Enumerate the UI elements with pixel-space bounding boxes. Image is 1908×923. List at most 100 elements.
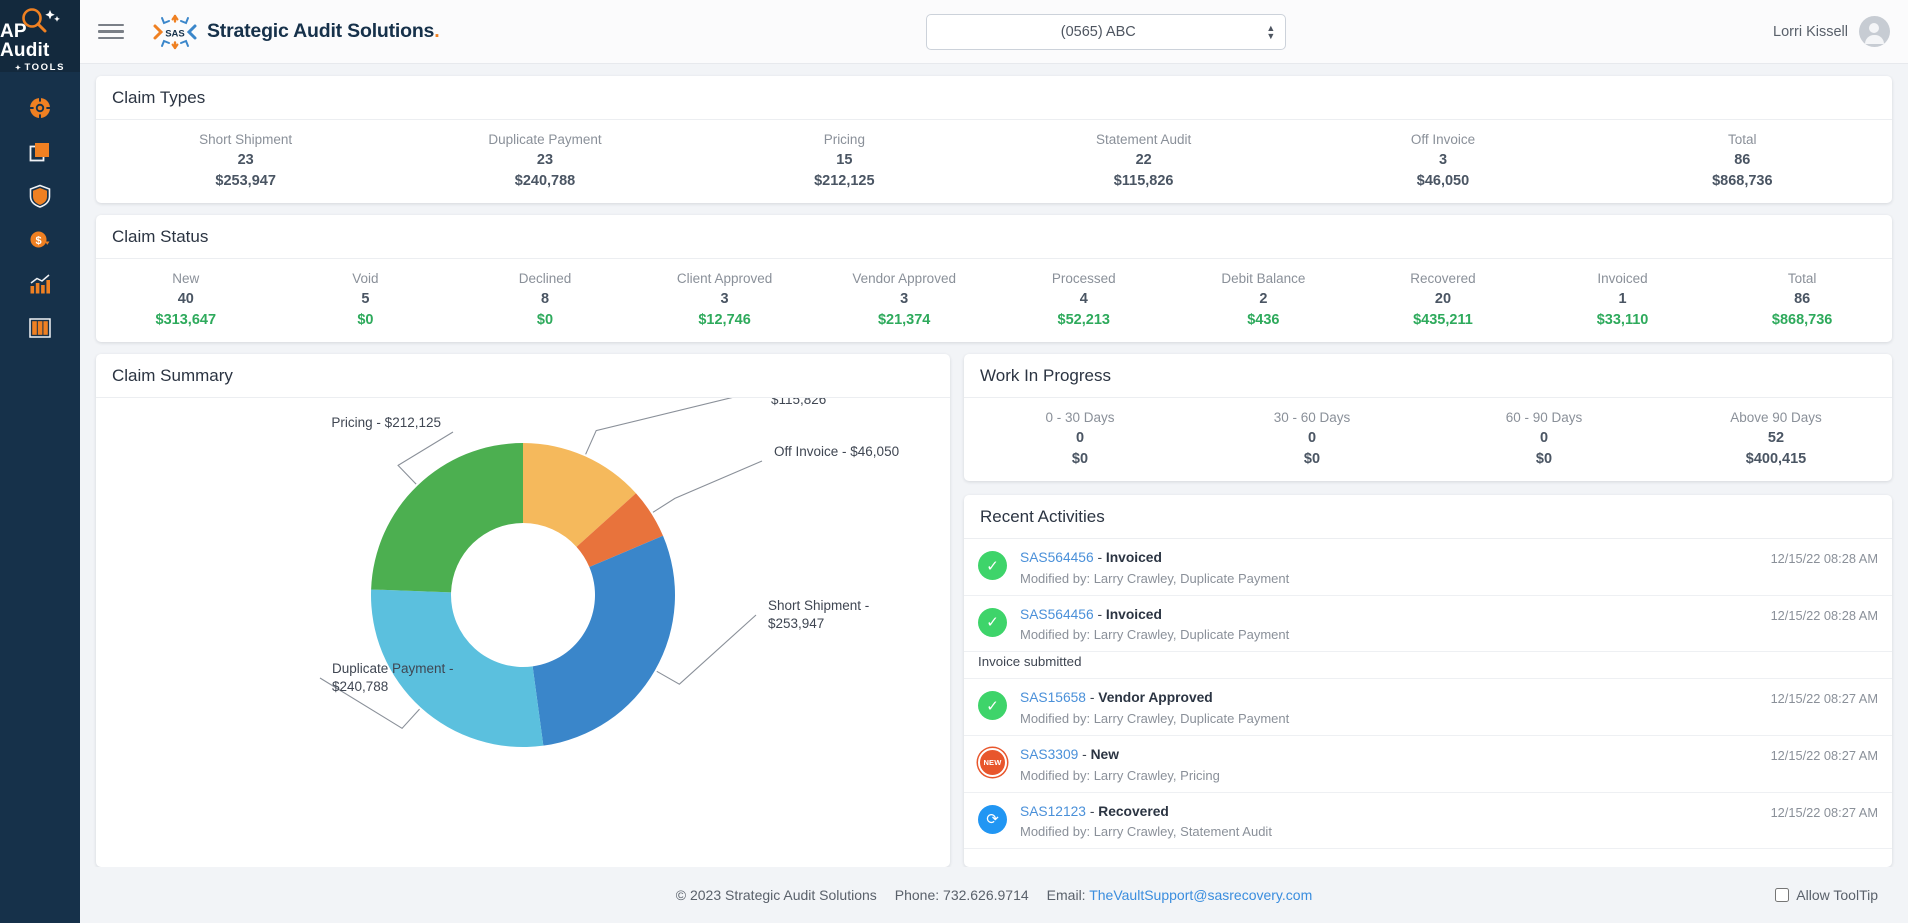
metric-new[interactable]: New 40 $313,647 bbox=[96, 271, 276, 328]
donut-slice[interactable] bbox=[532, 535, 675, 746]
metric-wip-30-60[interactable]: 30 - 60 Days 0 $0 bbox=[1196, 410, 1428, 467]
activity-code[interactable]: SAS564456 bbox=[1020, 550, 1094, 565]
activity-row[interactable]: NEW SAS3309 - New Modified by: Larry Crawl… bbox=[964, 736, 1892, 793]
activity-timestamp: 12/15/22 08:27 AM bbox=[1770, 804, 1878, 820]
metric-count: 0 bbox=[1539, 430, 1549, 446]
sidebar-item-support[interactable] bbox=[0, 86, 80, 130]
metric-amount: $52,213 bbox=[1057, 312, 1110, 328]
metric-debit-balance[interactable]: Debit Balance 2 $436 bbox=[1174, 271, 1354, 328]
metric-label: Off Invoice bbox=[1410, 132, 1476, 147]
sidebar-item-security[interactable] bbox=[0, 174, 80, 218]
metric-claim-status-total[interactable]: Total 86 $868,736 bbox=[1712, 271, 1892, 328]
metric-count: 2 bbox=[1259, 291, 1268, 307]
activity-body: SAS3309 - New Modified by: Larry Crawley,… bbox=[1020, 746, 1758, 783]
metric-count: 23 bbox=[536, 152, 554, 168]
metric-count: 86 bbox=[1794, 291, 1811, 307]
metric-declined[interactable]: Declined 8 $0 bbox=[455, 271, 635, 328]
svg-text:$: $ bbox=[35, 235, 41, 247]
footer-email-link[interactable]: TheVaultSupport@sasrecovery.com bbox=[1089, 887, 1312, 903]
metric-vendor-approved[interactable]: Vendor Approved 3 $21,374 bbox=[814, 271, 994, 328]
sas-logo-icon: SAS bbox=[153, 14, 197, 49]
footer: © 2023 Strategic Audit Solutions Phone: … bbox=[80, 867, 1908, 923]
metric-label: Void bbox=[352, 271, 379, 286]
activity-body: SAS564456 - Invoiced Modified by: Larry C… bbox=[1020, 606, 1758, 643]
allow-tooltip-checkbox[interactable] bbox=[1775, 888, 1790, 902]
donut-chart-svg[interactable]: Statement Audit -$115,826Off Invoice - $… bbox=[96, 398, 950, 798]
activity-row[interactable]: ✓ SAS564456 - Invoiced Modified by: Larry … bbox=[964, 539, 1892, 596]
metric-label: Total bbox=[1728, 132, 1757, 147]
metric-label: Total bbox=[1787, 271, 1817, 286]
activity-row[interactable]: ⟳ SAS12123 - Recovered Modified by: Larry … bbox=[964, 793, 1892, 850]
activity-title: SAS564456 - Invoiced bbox=[1020, 550, 1162, 565]
metric-amount: $12,746 bbox=[698, 312, 751, 328]
sidebar-item-boards[interactable] bbox=[0, 306, 80, 350]
activity-row[interactable]: ✓ SAS564456 - Invoiced Modified by: Larry … bbox=[964, 596, 1892, 653]
activity-code[interactable]: SAS12123 bbox=[1020, 804, 1086, 819]
dollar-coin-icon: $ bbox=[30, 231, 50, 248]
metric-count: 15 bbox=[836, 152, 853, 168]
metric-label: 0 - 30 Days bbox=[1045, 410, 1115, 425]
metric-invoiced[interactable]: Invoiced 1 $33,110 bbox=[1533, 271, 1713, 328]
avatar[interactable] bbox=[1858, 16, 1890, 47]
client-select[interactable]: (0565) ABC bbox=[926, 13, 1287, 50]
activity-code[interactable]: SAS564456 bbox=[1020, 607, 1094, 622]
metric-label: Processed bbox=[1051, 271, 1116, 286]
claim-summary-chart[interactable]: Statement Audit -$115,826Off Invoice - $… bbox=[96, 398, 950, 867]
metric-client-approved[interactable]: Client Approved 3 $12,746 bbox=[635, 271, 815, 328]
metric-processed[interactable]: Processed 4 $52,213 bbox=[994, 271, 1174, 328]
metric-amount: $21,374 bbox=[877, 312, 931, 328]
metric-wip-above-90[interactable]: Above 90 Days 52 $400,415 bbox=[1660, 410, 1892, 467]
app-logo-label: Strategic Audit Solutions bbox=[207, 20, 435, 42]
activity-title: SAS15658 - Vendor Approved bbox=[1020, 690, 1213, 706]
sidebar-item-recovery[interactable]: $ bbox=[0, 218, 80, 262]
metric-pricing[interactable]: Pricing 15 $212,125 bbox=[695, 132, 994, 189]
activity-subtitle: Modified by: Larry Crawley, Duplicate Pa… bbox=[1020, 570, 1290, 586]
activity-status: Recovered bbox=[1098, 803, 1169, 819]
metric-count: 5 bbox=[361, 291, 370, 307]
activity-timestamp: 12/15/22 08:28 AM bbox=[1770, 607, 1878, 623]
donut-slice[interactable] bbox=[371, 443, 523, 593]
recent-activities-title: Recent Activities bbox=[964, 495, 1892, 539]
metric-off-invoice[interactable]: Off Invoice 3 $46,050 bbox=[1293, 132, 1592, 189]
sidebar-brand: AP Audit TOOLS bbox=[0, 0, 80, 72]
metric-amount: $868,736 bbox=[1712, 173, 1773, 189]
claim-status-card: Claim Status New 40 $313,647 Void 5 $0 D… bbox=[96, 215, 1892, 342]
sidebar-item-reports[interactable] bbox=[0, 262, 80, 306]
work-in-progress-card: Work In Progress 0 - 30 Days 0 $0 30 - 6… bbox=[964, 354, 1892, 481]
metric-duplicate-payment[interactable]: Duplicate Payment 23 $240,788 bbox=[395, 132, 694, 189]
activity-note: Invoice submitted bbox=[964, 652, 1892, 680]
metric-count: 23 bbox=[237, 152, 254, 168]
allow-tooltip-label[interactable]: Allow ToolTip bbox=[1796, 887, 1878, 903]
activity-code[interactable]: SAS15658 bbox=[1020, 690, 1086, 705]
metric-wip-0-30[interactable]: 0 - 30 Days 0 $0 bbox=[964, 410, 1196, 467]
claim-summary-card: Claim Summary Statement Audit -$115,826O… bbox=[96, 354, 950, 867]
metric-statement-audit[interactable]: Statement Audit 22 $115,826 bbox=[994, 132, 1293, 189]
metric-amount: $46,050 bbox=[1416, 173, 1470, 189]
donut-slice-label: $253,947 bbox=[768, 616, 824, 631]
metric-short-shipment[interactable]: Short Shipment 23 $253,947 bbox=[96, 132, 395, 189]
metric-count: 40 bbox=[177, 291, 194, 307]
metric-amount: $253,947 bbox=[215, 173, 276, 189]
metric-label: Statement Audit bbox=[1095, 132, 1192, 147]
metric-amount: $400,415 bbox=[1745, 451, 1807, 467]
metric-wip-60-90[interactable]: 60 - 90 Days 0 $0 bbox=[1428, 410, 1660, 467]
user-area[interactable]: Lorri Kissell bbox=[1773, 16, 1890, 47]
metric-label: Vendor Approved bbox=[852, 271, 956, 286]
metric-amount: $313,647 bbox=[155, 312, 217, 328]
footer-copyright: © 2023 Strategic Audit Solutions bbox=[675, 887, 877, 903]
metric-claim-types-total[interactable]: Total 86 $868,736 bbox=[1593, 132, 1892, 189]
work-in-progress-title: Work In Progress bbox=[964, 354, 1892, 398]
activity-timestamp: 12/15/22 08:28 AM bbox=[1770, 551, 1878, 566]
metric-label: Client Approved bbox=[676, 271, 773, 286]
donut-slice-label: $115,826 bbox=[771, 398, 826, 407]
metric-count: 1 bbox=[1618, 291, 1627, 307]
metric-label: Short Shipment bbox=[199, 132, 293, 147]
metric-label: Invoiced bbox=[1597, 271, 1648, 286]
sidebar-item-documents[interactable] bbox=[0, 130, 80, 174]
metric-void[interactable]: Void 5 $0 bbox=[276, 271, 456, 328]
activity-code[interactable]: SAS3309 bbox=[1020, 747, 1078, 762]
recent-activities-list[interactable]: ✓ SAS564456 - Invoiced Modified by: Larry … bbox=[964, 539, 1892, 867]
hamburger-icon[interactable] bbox=[96, 18, 126, 45]
activity-row[interactable]: ✓ SAS15658 - Vendor Approved Modified by: … bbox=[964, 679, 1892, 736]
metric-recovered[interactable]: Recovered 20 $435,211 bbox=[1353, 271, 1533, 328]
